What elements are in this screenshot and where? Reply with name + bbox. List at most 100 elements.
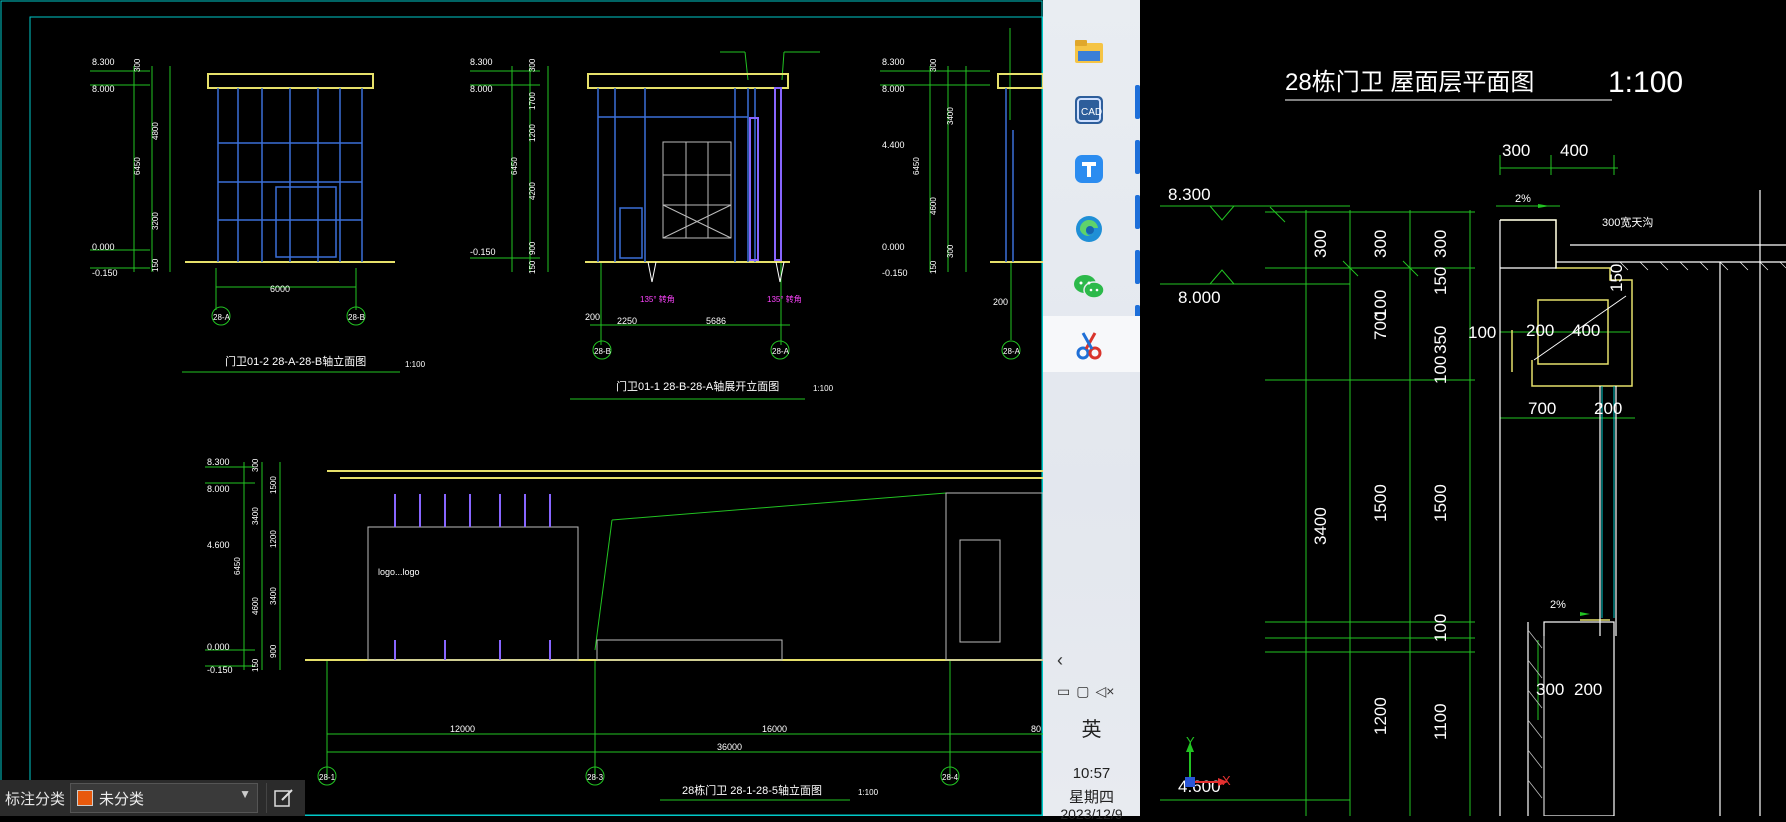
e4-dim-1500: 1500 bbox=[269, 476, 278, 494]
col3-350: 350 bbox=[1431, 326, 1450, 354]
e2-dim-1200: 1200 bbox=[528, 124, 537, 142]
elevation-drawings: 8.300 8.000 0.000 -0.150 6000 28-A 28-B … bbox=[0, 0, 1043, 816]
roof-dim-150: 150 bbox=[1607, 264, 1626, 292]
roof-plan: 28栋门卫 屋面层平面图 1:100 8.300 8.000 4.600 300… bbox=[1160, 66, 1786, 816]
e3-dim-300b: 300 bbox=[946, 244, 955, 258]
layer-color-swatch bbox=[77, 790, 94, 806]
svg-text:CAD: CAD bbox=[1081, 107, 1102, 118]
roof-dim-top-300: 300 bbox=[1502, 141, 1530, 160]
wechat-icon[interactable] bbox=[1071, 269, 1107, 305]
e4-axis-3: 28-3 bbox=[587, 773, 604, 782]
col3-100: 100 bbox=[1431, 356, 1450, 384]
text-app-icon[interactable] bbox=[1071, 151, 1107, 187]
e1-level-m0150: -0.150 bbox=[92, 268, 118, 278]
e2-width-2250: 2250 bbox=[617, 316, 637, 326]
e2-level-m0150: -0.150 bbox=[470, 247, 496, 257]
e4-dim-3400b: 3400 bbox=[269, 587, 278, 605]
e3-dim-300: 300 bbox=[929, 58, 938, 72]
elevation-2: 8.300 8.000 -0.150 2250 5686 200 28-B 28… bbox=[470, 51, 834, 400]
cad-viewport-left[interactable]: 8.300 8.000 0.000 -0.150 6000 28-A 28-B … bbox=[0, 0, 1043, 816]
roof-level-8000: 8.000 bbox=[1178, 288, 1221, 307]
edit-button[interactable] bbox=[266, 783, 301, 813]
e2-dim-150: 150 bbox=[528, 260, 537, 274]
e2-axis-a: 28-A bbox=[772, 347, 790, 356]
roof-title: 28栋门卫 屋面层平面图 bbox=[1285, 69, 1534, 96]
elevation-1: 8.300 8.000 0.000 -0.150 6000 28-A 28-B … bbox=[90, 57, 426, 373]
elevation-4: logo...logo 8.300 8.000 4.600 0.000 -0.1… bbox=[205, 457, 1043, 801]
edge-icon[interactable] bbox=[1071, 211, 1107, 247]
e1-title: 门卫01-2 28-A-28-B轴立面图 bbox=[225, 354, 366, 368]
e1-scale: 1:100 bbox=[405, 360, 426, 369]
e1-dim-150: 150 bbox=[151, 258, 160, 272]
network-icon[interactable]: ▢ bbox=[1076, 683, 1089, 700]
e3-level-8300: 8.300 bbox=[882, 57, 905, 67]
e2-level-8000: 8.000 bbox=[470, 84, 493, 94]
col2-1500: 1500 bbox=[1371, 484, 1390, 522]
speaker-muted-icon[interactable]: ◁× bbox=[1095, 683, 1114, 700]
e4-dim-150: 150 bbox=[251, 658, 260, 672]
e2-level-8300: 8.300 bbox=[470, 57, 493, 67]
col1-300: 300 bbox=[1311, 230, 1330, 258]
e4-logo-text: logo...logo bbox=[378, 567, 420, 577]
e4-width-12000: 12000 bbox=[450, 724, 475, 734]
ime-indicator[interactable]: 英 bbox=[1043, 713, 1140, 742]
layer-name: 未分类 bbox=[99, 790, 145, 808]
e1-level-8000: 8.000 bbox=[92, 84, 115, 94]
chevron-down-icon: ▼ bbox=[239, 787, 252, 801]
e4-width-16000: 16000 bbox=[762, 724, 787, 734]
e4-axis-4: 28-4 bbox=[942, 773, 959, 782]
e4-title: 28栋门卫 28-1-28-5轴立面图 bbox=[682, 783, 822, 797]
e1-dim-6450: 6450 bbox=[133, 157, 142, 175]
e1-dim-3200: 3200 bbox=[151, 212, 160, 230]
e4-width-36000: 36000 bbox=[717, 742, 742, 752]
e2-dim-300: 300 bbox=[528, 58, 537, 72]
roof-slope-top: 2% bbox=[1515, 193, 1531, 205]
cad-viewport-right[interactable]: 28栋门卫 屋面层平面图 1:100 8.300 8.000 4.600 300… bbox=[1140, 0, 1786, 816]
roof-note-gutter: 300宽天沟 bbox=[1602, 215, 1653, 229]
roof-dim-700: 700 bbox=[1528, 399, 1556, 418]
e2-scale: 1:100 bbox=[813, 384, 834, 393]
edit-icon bbox=[274, 789, 293, 807]
e3-dim-150: 150 bbox=[929, 260, 938, 274]
roof-dim-300-bottom: 300 bbox=[1536, 680, 1564, 699]
snip-icon[interactable] bbox=[1071, 327, 1107, 363]
e3-level-0000: 0.000 bbox=[882, 242, 905, 252]
e4-dim-3400: 3400 bbox=[251, 507, 260, 525]
e2-title: 门卫01-1 28-B-28-A轴展开立面图 bbox=[616, 379, 779, 393]
clock-weekday: 星期四 bbox=[1068, 789, 1114, 806]
e4-dim-900: 900 bbox=[269, 644, 278, 658]
chevron-left-icon[interactable]: ‹ bbox=[1057, 650, 1063, 671]
roof-plan-drawing: 28栋门卫 屋面层平面图 1:100 8.300 8.000 4.600 300… bbox=[1160, 66, 1786, 816]
ucs-x-label: X bbox=[1222, 773, 1231, 788]
clock-date: 2023/12/9 bbox=[1060, 806, 1123, 822]
roof-scale: 1:100 bbox=[1608, 66, 1683, 99]
col3-1100: 1100 bbox=[1431, 703, 1450, 740]
e1-width-dim: 6000 bbox=[270, 284, 290, 294]
e1-level-8300: 8.300 bbox=[92, 57, 115, 67]
e3-dim-3400: 3400 bbox=[946, 107, 955, 125]
e1-axis-b: 28-B bbox=[348, 313, 365, 322]
e4-edge-dim: 80 bbox=[1031, 724, 1041, 734]
clock-time[interactable]: 10:57 bbox=[1043, 765, 1140, 782]
roof-dim-200: 200 bbox=[1526, 321, 1554, 340]
folder-icon[interactable] bbox=[1071, 34, 1107, 70]
e1-axis-a: 28-A bbox=[213, 313, 231, 322]
roof-dim-100: 100 bbox=[1468, 323, 1496, 342]
e2-dim-6450: 6450 bbox=[510, 157, 519, 175]
e1-dim-300: 300 bbox=[133, 58, 142, 72]
roof-dim-200-bottom: 200 bbox=[1574, 680, 1602, 699]
cad-icon[interactable]: CAD bbox=[1071, 92, 1107, 128]
e4-dim-300: 300 bbox=[251, 458, 260, 472]
e1-dim-4800: 4800 bbox=[151, 122, 160, 140]
e4-level-0000: 0.000 bbox=[207, 642, 230, 652]
system-tray: ▭ ▢ ◁× bbox=[1057, 680, 1137, 702]
roof-level-8300: 8.300 bbox=[1168, 185, 1211, 204]
battery-icon[interactable]: ▭ bbox=[1057, 683, 1070, 700]
roof-dim-200-lower: 200 bbox=[1594, 399, 1622, 418]
e3-dim-4600: 4600 bbox=[929, 197, 938, 215]
e3-side-dim: 200 bbox=[993, 297, 1008, 307]
layer-dropdown[interactable]: 未分类 ▼ bbox=[70, 783, 259, 813]
e2-width-5686: 5686 bbox=[706, 316, 726, 326]
col3-150: 150 bbox=[1431, 267, 1450, 295]
roof-dim-top-400: 400 bbox=[1560, 141, 1588, 160]
